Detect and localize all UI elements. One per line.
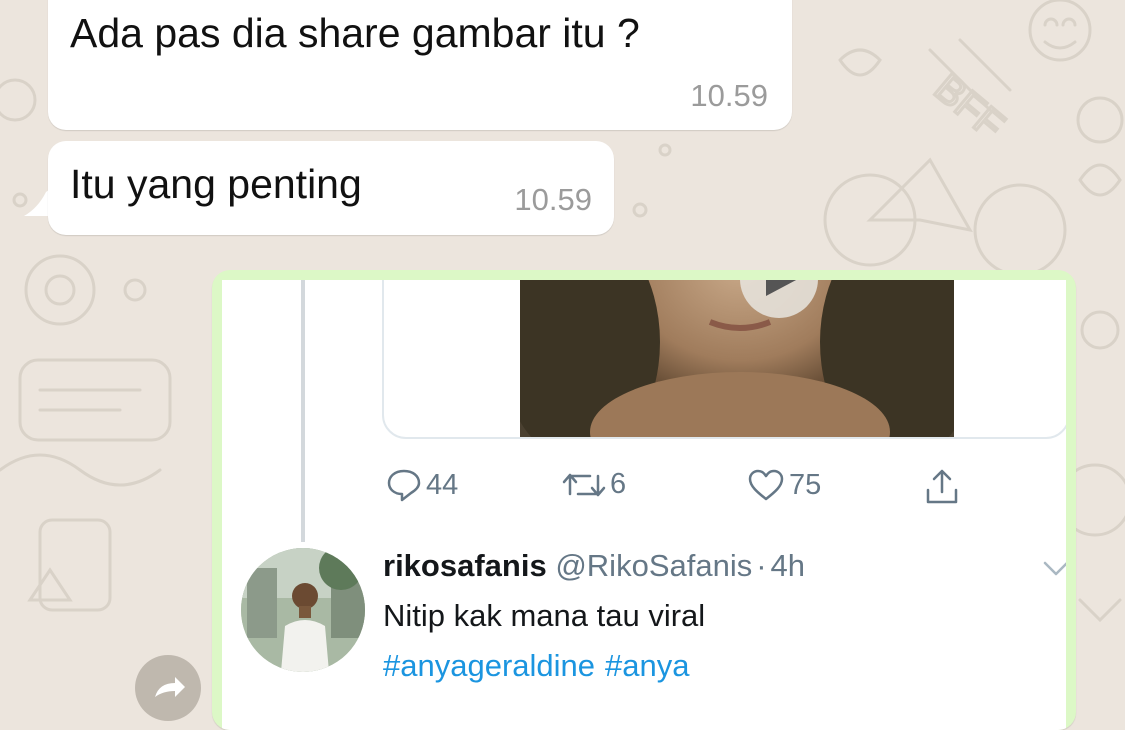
user-handle[interactable]: @RikoSafanis — [555, 548, 752, 583]
hashtag-link[interactable]: #anyageraldine — [383, 648, 595, 683]
tweet-text: Nitip kak mana tau viral — [383, 598, 706, 633]
share-action[interactable] — [924, 468, 960, 506]
incoming-message-bubble[interactable]: Itu yang penting 10.59 — [48, 141, 614, 235]
reply-action[interactable]: 44 — [386, 468, 458, 502]
like-count: 75 — [789, 468, 822, 501]
chevron-down-icon[interactable] — [1042, 560, 1066, 578]
reply-count: 44 — [426, 468, 459, 501]
retweet-count: 6 — [610, 468, 627, 500]
tweet-media-card[interactable] — [382, 280, 1066, 439]
retweet-action[interactable]: 6 — [562, 468, 626, 501]
message-timestamp: 10.59 — [514, 182, 592, 217]
like-action[interactable]: 75 — [747, 468, 821, 502]
play-icon — [766, 280, 797, 296]
incoming-message-bubble[interactable]: Ada pas dia share gambar itu ? 10.59 — [48, 0, 792, 130]
forward-icon — [155, 677, 185, 697]
avatar[interactable] — [241, 548, 365, 672]
message-text: Itu yang penting — [70, 161, 362, 207]
separator-dot: · — [756, 548, 767, 583]
tweet-header: rikosafanis @RikoSafanis · 4h — [383, 548, 805, 584]
tweet-hashtags: #anyageraldine #anya — [383, 648, 699, 684]
tweet-actions: 44 6 75 — [222, 458, 1066, 508]
outgoing-image-message[interactable]: 44 6 75 rikosafanis @RikoSafanis · 4h Ni… — [212, 270, 1076, 730]
message-timestamp: 10.59 — [690, 78, 768, 113]
share-icon — [926, 469, 958, 504]
hashtag-link[interactable]: #anya — [605, 648, 689, 683]
video-thumbnail[interactable] — [520, 280, 954, 437]
tweet-age: 4h — [770, 548, 806, 583]
message-text: Ada pas dia share gambar itu ? — [70, 10, 640, 56]
reply-icon — [387, 469, 421, 502]
tweet-screenshot-image[interactable]: 44 6 75 rikosafanis @RikoSafanis · 4h Ni… — [222, 280, 1066, 730]
forward-button[interactable] — [135, 655, 201, 721]
like-icon — [748, 469, 784, 501]
retweet-icon — [562, 473, 606, 496]
user-display-name[interactable]: rikosafanis — [383, 548, 547, 583]
